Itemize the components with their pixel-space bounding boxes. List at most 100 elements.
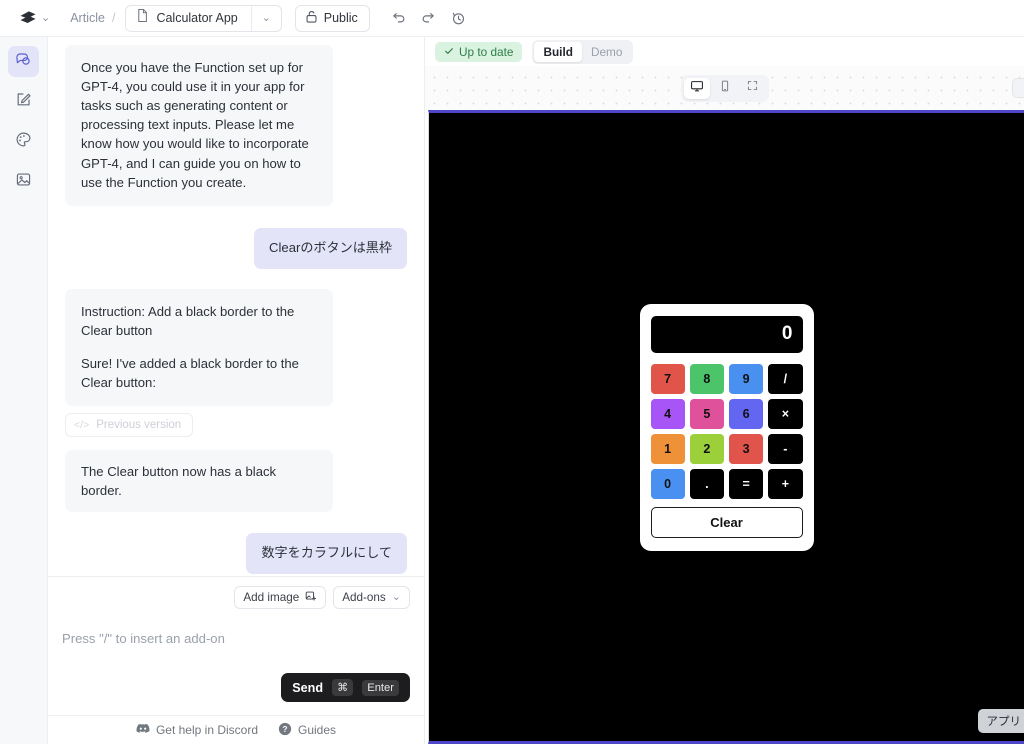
discord-icon — [136, 723, 150, 737]
image-icon — [14, 170, 33, 194]
undo-button[interactable] — [386, 5, 412, 31]
composer-toolbar: Add image Add-ons ⌄ — [62, 586, 410, 609]
message-paragraph: Sure! I've added a black border to the C… — [81, 355, 299, 391]
monitor-icon — [690, 79, 704, 98]
calc-key-8[interactable]: 8 — [689, 363, 724, 394]
unlock-icon — [305, 9, 318, 27]
chat-message-user: 数字をカラフルにして — [65, 533, 407, 575]
tab-build[interactable]: Build — [534, 41, 582, 62]
app-preview-frame[interactable]: 0 7 8 9 / 4 5 6 × 1 2 3 - 0 . = + Clear … — [428, 110, 1024, 744]
calc-key-4[interactable]: 4 — [650, 398, 685, 429]
calc-clear-button[interactable]: Clear — [650, 506, 803, 538]
viewport-fullscreen-button[interactable] — [740, 78, 766, 99]
user-bubble: 数字をカラフルにして — [246, 533, 407, 575]
send-button[interactable]: Send ⌘ Enter — [281, 673, 410, 702]
viewport-switcher — [680, 74, 769, 102]
clock-history-icon — [451, 11, 466, 26]
sidebar-item-edit[interactable] — [8, 86, 39, 117]
calc-key-0[interactable]: 0 — [650, 468, 685, 499]
calc-key-6[interactable]: 6 — [729, 398, 764, 429]
sidebar-item-chat[interactable] — [8, 46, 39, 77]
previous-version-label: Previous version — [96, 419, 182, 432]
undo-arrow-icon — [391, 11, 406, 26]
code-tag-icon: </> — [74, 419, 90, 432]
chat-footer: Get help in Discord ? Guides — [48, 715, 424, 744]
previous-version-row: </> Previous version — [65, 413, 407, 438]
chat-message-list[interactable]: Once you have the Function set up for GP… — [48, 37, 424, 576]
calc-key-decimal[interactable]: . — [689, 468, 724, 499]
breadcrumb-separator: / — [111, 11, 116, 25]
sidebar-item-theme[interactable] — [8, 126, 39, 157]
redo-button[interactable] — [416, 5, 442, 31]
top-bar: ⌄ Article / Calculator App ⌄ Public — [0, 0, 1024, 37]
sidebar-item-media[interactable] — [8, 166, 39, 197]
addons-button[interactable]: Add-ons ⌄ — [333, 586, 410, 609]
calc-key-2[interactable]: 2 — [689, 433, 724, 464]
chat-message-assistant: Instruction: Add a black border to the C… — [65, 288, 407, 407]
question-circle-icon: ? — [278, 722, 292, 739]
pencil-square-icon — [14, 90, 33, 114]
visibility-button[interactable]: Public — [294, 4, 370, 32]
calc-key-5[interactable]: 5 — [689, 398, 724, 429]
preview-panel: Up to date Build Demo 0 7 8 9 / 4 5 6 × … — [425, 37, 1024, 744]
chevron-down-icon: ⌄ — [261, 11, 271, 24]
preview-stage: 0 7 8 9 / 4 5 6 × 1 2 3 - 0 . = + Clear … — [425, 110, 1024, 744]
send-row: Send ⌘ Enter — [62, 673, 410, 715]
chat-message-assistant: The Clear button now has a black border. — [65, 450, 407, 513]
message-paragraph: Instruction: Add a black border to the C… — [81, 303, 295, 338]
discord-help-link[interactable]: Get help in Discord — [136, 723, 258, 737]
phone-icon — [718, 79, 732, 98]
calc-key-equals[interactable]: = — [729, 468, 764, 499]
status-label: Up to date — [459, 44, 514, 59]
calc-key-minus[interactable]: - — [768, 433, 803, 464]
calc-key-3[interactable]: 3 — [729, 433, 764, 464]
tab-demo[interactable]: Demo — [582, 42, 631, 62]
guides-link[interactable]: ? Guides — [278, 722, 336, 739]
panel-edge-handle[interactable] — [1012, 78, 1024, 98]
document-dropdown-button[interactable]: ⌄ — [250, 5, 281, 31]
chevron-down-icon: ⌄ — [41, 11, 51, 24]
guides-label: Guides — [298, 723, 337, 737]
user-bubble: Clearのボタンは黒枠 — [254, 227, 407, 269]
svg-text:?: ? — [282, 724, 287, 734]
message-input[interactable]: Press "/" to insert an add-on — [62, 631, 410, 665]
message-paragraph: Once you have the Function set up for GP… — [81, 60, 309, 190]
add-image-label: Add image — [243, 591, 300, 604]
calc-key-multiply[interactable]: × — [768, 398, 803, 429]
viewport-mobile-button[interactable] — [712, 78, 738, 99]
calc-key-9[interactable]: 9 — [729, 363, 764, 394]
visibility-label: Public — [323, 11, 358, 25]
calc-key-plus[interactable]: + — [768, 468, 803, 499]
assistant-bubble: Once you have the Function set up for GP… — [65, 45, 333, 206]
history-button[interactable] — [446, 5, 472, 31]
expand-icon — [746, 79, 759, 97]
app-toast: アプリ — [977, 709, 1024, 733]
send-label: Send — [292, 680, 324, 695]
previous-version-button[interactable]: </> Previous version — [65, 413, 194, 438]
calc-key-1[interactable]: 1 — [650, 433, 685, 464]
chat-message-assistant: Once you have the Function set up for GP… — [65, 45, 407, 206]
document-title: Calculator App — [156, 11, 238, 25]
send-shortcut: ⌘ — [332, 679, 354, 696]
add-image-button[interactable]: Add image — [234, 586, 327, 609]
viewport-controls-area — [425, 66, 1024, 110]
chat-panel: Once you have the Function set up for GP… — [48, 37, 425, 744]
calc-key-divide[interactable]: / — [768, 363, 803, 394]
assistant-bubble: Instruction: Add a black border to the C… — [65, 288, 333, 407]
check-icon — [444, 45, 454, 59]
history-controls — [386, 5, 472, 31]
discord-help-label: Get help in Discord — [155, 723, 258, 737]
document-name-button[interactable]: Calculator App — [126, 6, 250, 31]
message-paragraph: The Clear button now has a black border. — [81, 464, 277, 499]
app-logo-button[interactable]: ⌄ — [10, 8, 56, 28]
file-icon — [136, 8, 149, 28]
redo-arrow-icon — [421, 11, 436, 26]
breadcrumb-root[interactable]: Article — [60, 11, 108, 25]
app-root: ⌄ Article / Calculator App ⌄ Public Once… — [0, 0, 1024, 744]
viewport-desktop-button[interactable] — [683, 77, 710, 99]
preview-toolbar: Up to date Build Demo — [425, 37, 1024, 66]
assistant-bubble: The Clear button now has a black border. — [65, 450, 333, 513]
calc-key-7[interactable]: 7 — [650, 363, 685, 394]
image-plus-icon — [305, 590, 317, 605]
document-pill: Calculator App ⌄ — [125, 4, 282, 32]
